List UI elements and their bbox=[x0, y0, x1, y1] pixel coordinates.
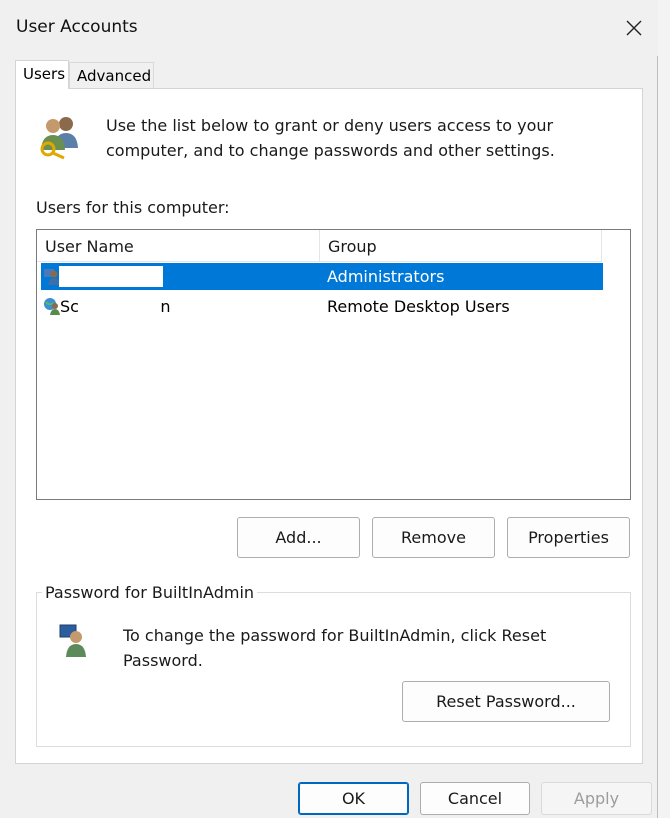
title-bar: User Accounts bbox=[0, 0, 658, 56]
intro-text: Use the list below to grant or deny user… bbox=[106, 116, 555, 160]
user-accounts-dialog: User Accounts Users Advanced Use the lis… bbox=[0, 0, 658, 818]
column-header-group[interactable]: Group bbox=[320, 230, 602, 261]
user-globe-icon bbox=[44, 298, 60, 315]
group-cell: Remote Desktop Users bbox=[327, 297, 510, 316]
user-monitor-icon bbox=[59, 624, 86, 657]
tab-advanced[interactable]: Advanced bbox=[69, 62, 154, 89]
ok-button[interactable]: OK bbox=[298, 782, 409, 815]
properties-button[interactable]: Properties bbox=[507, 517, 630, 558]
table-row[interactable]: Sc n Remote Desktop Users bbox=[41, 293, 603, 320]
password-help-text: To change the password for BuiltInAdmin,… bbox=[123, 626, 547, 670]
add-user-button[interactable]: Add... bbox=[237, 517, 360, 558]
window-title: User Accounts bbox=[16, 17, 138, 37]
apply-button[interactable]: Apply bbox=[541, 782, 652, 815]
table-row[interactable]: B Administrators bbox=[41, 263, 603, 290]
column-header-user-name[interactable]: User Name bbox=[37, 230, 320, 261]
group-cell: Administrators bbox=[327, 267, 445, 286]
close-icon bbox=[626, 20, 642, 36]
redaction-box bbox=[59, 266, 163, 287]
remove-user-button[interactable]: Remove bbox=[372, 517, 495, 558]
listview-header: User Name Group bbox=[37, 230, 602, 262]
tab-users[interactable]: Users bbox=[15, 60, 69, 89]
users-list-label: Users for this computer: bbox=[36, 198, 230, 217]
close-button[interactable] bbox=[614, 10, 654, 46]
users-listview[interactable]: User Name Group B Administrators Sc n bbox=[36, 229, 631, 500]
users-key-icon bbox=[40, 117, 78, 160]
user-name-cell: Sc n bbox=[60, 297, 171, 316]
password-group-legend: Password for BuiltInAdmin bbox=[42, 583, 258, 602]
reset-password-button[interactable]: Reset Password... bbox=[402, 681, 610, 722]
cancel-button[interactable]: Cancel bbox=[420, 782, 530, 815]
